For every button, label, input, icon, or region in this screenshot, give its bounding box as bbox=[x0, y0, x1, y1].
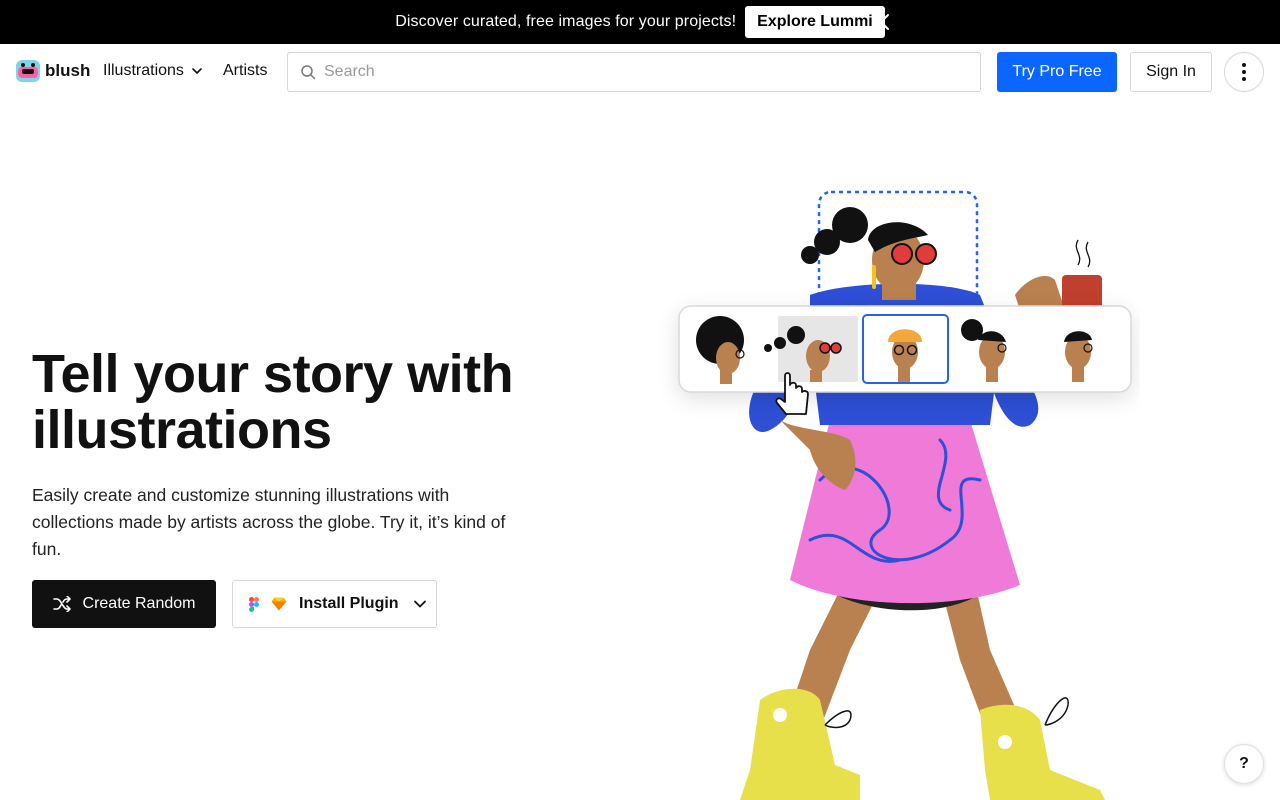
promo-bar: Discover curated, free images for your p… bbox=[0, 0, 1280, 44]
avatar-picker bbox=[678, 305, 1132, 393]
shoe-dot bbox=[998, 735, 1012, 749]
chevron-down-icon bbox=[413, 600, 426, 608]
logo-text: blush bbox=[45, 61, 91, 80]
nav-artists-label: Artists bbox=[223, 62, 268, 79]
search-box[interactable] bbox=[287, 52, 981, 92]
sketch-icon bbox=[271, 597, 287, 611]
help-button[interactable]: ? bbox=[1224, 744, 1264, 784]
blush-logo-icon bbox=[16, 60, 40, 82]
more-vertical-icon bbox=[1242, 63, 1246, 81]
more-options-button[interactable] bbox=[1224, 52, 1264, 92]
hero-illustration bbox=[678, 190, 1132, 800]
nav-artists[interactable]: Artists bbox=[223, 62, 267, 80]
shuffle-icon bbox=[52, 596, 71, 612]
avatar-option[interactable] bbox=[764, 316, 858, 382]
search-input[interactable] bbox=[324, 63, 924, 81]
shoe-lace bbox=[824, 710, 852, 729]
install-plugin-label: Install Plugin bbox=[299, 595, 399, 612]
steam bbox=[1075, 239, 1091, 268]
promo-text: Discover curated, free images for your p… bbox=[395, 13, 737, 30]
figma-icon bbox=[249, 596, 259, 612]
shoe-lace bbox=[1044, 697, 1069, 726]
hair-bun bbox=[801, 246, 819, 264]
nav-illustrations-label: Illustrations bbox=[103, 62, 184, 79]
hero-subtitle: Easily create and customize stunning ill… bbox=[32, 485, 506, 559]
close-icon[interactable] bbox=[870, 11, 892, 33]
left-shoe bbox=[740, 688, 860, 800]
avatar-option-selected[interactable] bbox=[862, 314, 949, 384]
search-icon bbox=[301, 65, 316, 80]
sign-in-button[interactable]: Sign In bbox=[1130, 52, 1212, 92]
explore-lummi-button[interactable]: Explore Lummi bbox=[745, 6, 885, 38]
sunglasses bbox=[891, 243, 913, 265]
create-random-button[interactable]: Create Random bbox=[32, 580, 216, 628]
install-plugin-button[interactable]: Install Plugin bbox=[232, 580, 437, 628]
logo[interactable]: blush bbox=[16, 58, 90, 84]
right-shoe bbox=[980, 704, 1105, 800]
site-header: blush Illustrations Artists Try Pro Free… bbox=[0, 44, 1280, 100]
hero-title: Tell your story with illustrations bbox=[32, 344, 514, 460]
chevron-down-icon bbox=[192, 68, 202, 75]
shoe-dot bbox=[773, 708, 787, 722]
sunglasses bbox=[915, 243, 937, 265]
nav-illustrations[interactable]: Illustrations bbox=[103, 62, 204, 80]
try-pro-free-button[interactable]: Try Pro Free bbox=[997, 52, 1117, 92]
earring bbox=[872, 265, 876, 289]
create-random-label: Create Random bbox=[82, 595, 196, 612]
